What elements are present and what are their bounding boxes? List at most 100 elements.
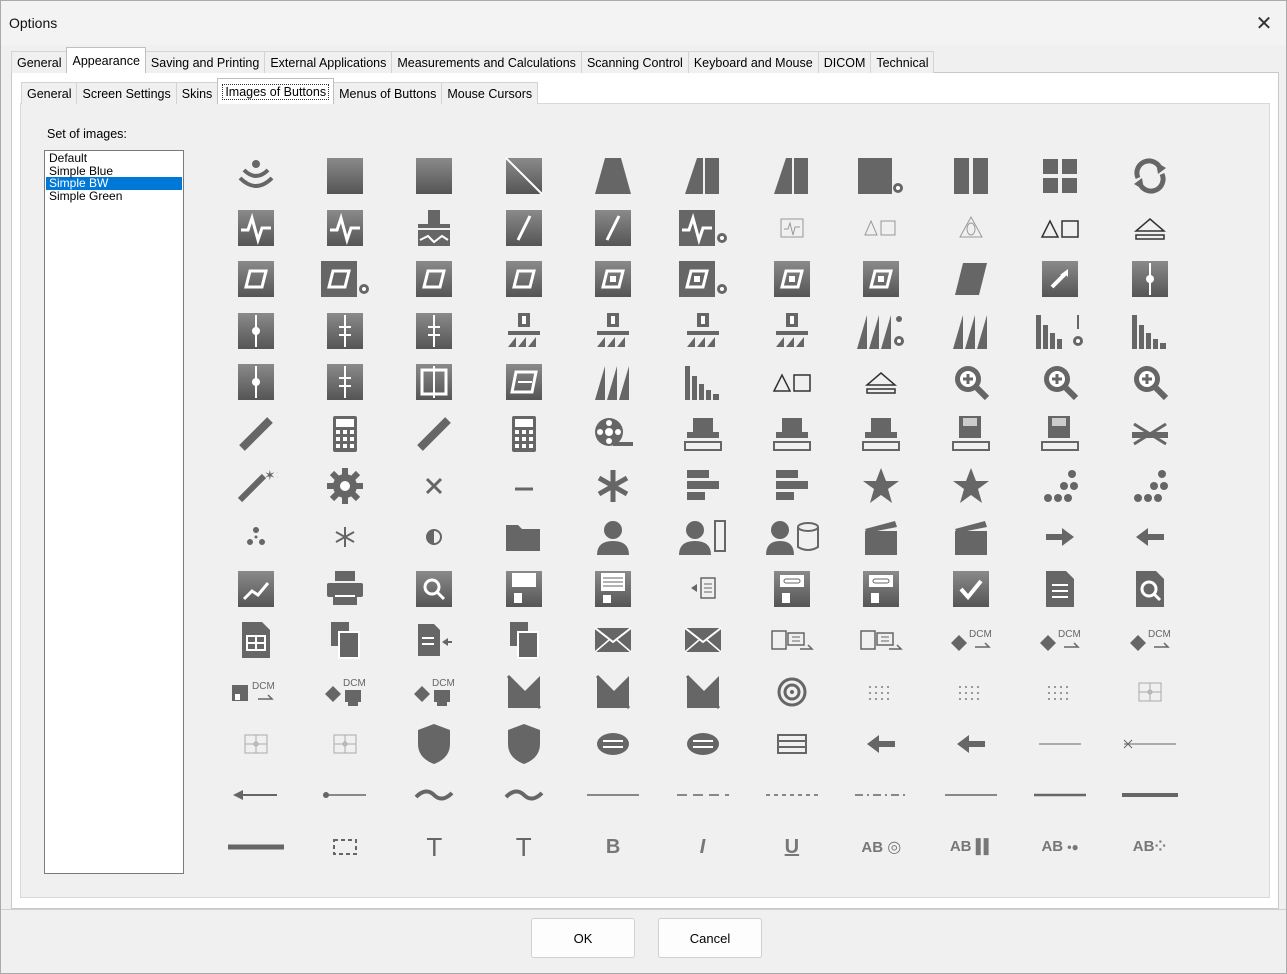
printer-tray-icon[interactable] (658, 407, 747, 461)
disk-tray-icon[interactable] (1016, 407, 1105, 461)
four-quadrants-icon[interactable] (1016, 149, 1105, 203)
slash-square-icon[interactable] (479, 201, 568, 255)
slanted-box-icon[interactable] (479, 355, 568, 409)
tilde-icon[interactable] (390, 768, 479, 822)
ruler-marker-icon[interactable] (569, 304, 658, 358)
serif-t-icon[interactable]: T (479, 820, 568, 874)
parallelogram-gear-icon[interactable] (300, 252, 389, 306)
thick-line-icon[interactable] (1016, 768, 1105, 822)
vertical-marker-icon[interactable] (211, 304, 300, 358)
hourglass-cross-icon[interactable] (658, 665, 747, 719)
ruler-marker-icon[interactable] (658, 304, 747, 358)
parallelogram-solid-icon[interactable] (926, 252, 1015, 306)
floppy-lines-icon[interactable] (569, 562, 658, 616)
dcm-print-icon[interactable]: DCM (300, 665, 389, 719)
subtab-mouse-cursors[interactable]: Mouse Cursors (441, 82, 539, 104)
trace-small-icon[interactable] (837, 201, 926, 255)
slash-square-icon[interactable] (569, 201, 658, 255)
parallelogram-dot-icon[interactable] (569, 252, 658, 306)
ab-dots-icon[interactable]: AB •● (1016, 820, 1105, 874)
ab-bars-icon[interactable]: AB ▌▌ (926, 820, 1015, 874)
eject-outline-icon[interactable] (1105, 201, 1194, 255)
oval-lines-icon[interactable] (658, 717, 747, 771)
bracket-box-icon[interactable] (390, 355, 479, 409)
export-document-icon[interactable] (658, 562, 747, 616)
tab-appearance[interactable]: Appearance (66, 47, 146, 73)
target-icon[interactable] (747, 665, 836, 719)
parallelogram-dot-icon[interactable] (747, 252, 836, 306)
ruler-icon[interactable] (390, 407, 479, 461)
waveform-gear-icon[interactable] (658, 201, 747, 255)
tab-measurements-and-calculations[interactable]: Measurements and Calculations (391, 51, 582, 73)
crossed-tray-icon[interactable] (1105, 407, 1194, 461)
vertical-marker-icon[interactable] (1105, 252, 1194, 306)
dcm-send-icon[interactable]: DCM (926, 613, 1015, 667)
refresh-icon[interactable] (1105, 149, 1194, 203)
dotted-grid-icon[interactable] (1016, 665, 1105, 719)
solid-line-icon[interactable] (569, 768, 658, 822)
ruler-icon[interactable] (211, 407, 300, 461)
shapes-outline-icon[interactable] (747, 355, 836, 409)
parallelogram-icon[interactable] (390, 252, 479, 306)
list-item-simple-green[interactable]: Simple Green (46, 189, 182, 203)
crosshair-box-icon[interactable] (300, 717, 389, 771)
ok-button[interactable]: OK (531, 918, 635, 958)
hourglass-cross-icon[interactable] (479, 665, 568, 719)
contrast-icon[interactable] (390, 510, 479, 564)
calculator-icon[interactable] (479, 407, 568, 461)
zoom-in-icon[interactable] (926, 355, 1015, 409)
close-icon[interactable]: ✕ (1248, 9, 1280, 37)
clapper-icon[interactable] (926, 510, 1015, 564)
disk-tray-icon[interactable] (926, 407, 1015, 461)
tab-keyboard-and-mouse[interactable]: Keyboard and Mouse (687, 51, 819, 73)
envelope-icon[interactable] (658, 613, 747, 667)
tab-scanning-control[interactable]: Scanning Control (580, 51, 689, 73)
subtab-images-of-buttons[interactable]: Images of Buttons (217, 78, 335, 104)
serif-t-icon[interactable]: T (390, 820, 479, 874)
parallelogram-dot-gear-icon[interactable] (658, 252, 747, 306)
subtab-general[interactable]: General (21, 82, 78, 104)
user-database-icon[interactable] (747, 510, 836, 564)
waveform-icon[interactable] (211, 201, 300, 255)
clapper-icon[interactable] (837, 510, 926, 564)
arrow-box-icon[interactable] (1016, 252, 1105, 306)
square-gear-icon[interactable] (837, 149, 926, 203)
crosshair-box-icon[interactable] (211, 717, 300, 771)
square-icon[interactable] (390, 149, 479, 203)
folder-icon[interactable] (479, 510, 568, 564)
chart-document-icon[interactable] (211, 562, 300, 616)
set-of-images-listbox[interactable]: Default Simple Blue Simple BW Simple Green (44, 150, 184, 874)
star-icon[interactable] (926, 459, 1015, 513)
bold-icon[interactable]: B (569, 820, 658, 874)
doppler-small-icon[interactable] (926, 201, 1015, 255)
send-document-icon[interactable] (747, 613, 836, 667)
copy-document-icon[interactable] (300, 613, 389, 667)
wireless-icon[interactable] (211, 149, 300, 203)
dot-line-icon[interactable] (300, 768, 389, 822)
trapezoid-icon[interactable] (569, 149, 658, 203)
cursor-wave-icon[interactable] (390, 201, 479, 255)
split-trapezoid-icon[interactable] (747, 149, 836, 203)
arrow-left-icon[interactable] (837, 717, 926, 771)
copy-document-icon[interactable] (479, 613, 568, 667)
dash-dot-line-icon[interactable] (837, 768, 926, 822)
shield-icon[interactable] (390, 717, 479, 771)
document-arrow-icon[interactable] (390, 613, 479, 667)
dotted-grid-icon[interactable] (837, 665, 926, 719)
send-document-icon[interactable] (837, 613, 926, 667)
tab-technical[interactable]: Technical (870, 51, 935, 73)
table-document-icon[interactable] (211, 613, 300, 667)
double-marker-icon[interactable] (300, 355, 389, 409)
solid-line-icon[interactable] (926, 768, 1015, 822)
printer-tray-icon[interactable] (747, 407, 836, 461)
star-icon[interactable] (837, 459, 926, 513)
histogram-icon[interactable] (658, 355, 747, 409)
gear-icon[interactable] (300, 459, 389, 513)
calculator-icon[interactable] (300, 407, 389, 461)
tab-dicom[interactable]: DICOM (817, 51, 872, 73)
parallelogram-icon[interactable] (479, 252, 568, 306)
ruler-marker-icon[interactable] (747, 304, 836, 358)
envelope-icon[interactable] (569, 613, 658, 667)
thickest-line-icon[interactable] (211, 820, 300, 874)
subtab-menus-of-buttons[interactable]: Menus of Buttons (333, 82, 443, 104)
